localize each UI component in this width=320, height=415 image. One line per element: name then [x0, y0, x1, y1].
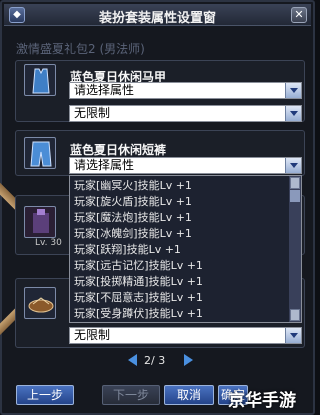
- list-item[interactable]: 玩家[投掷精通]技能Lv +1: [74, 273, 203, 289]
- chevron-down-icon[interactable]: [285, 158, 301, 173]
- list-item[interactable]: 玩家[跃翔]技能Lv +1: [74, 241, 181, 257]
- chevron-down-icon[interactable]: [285, 106, 301, 121]
- shorts-icon[interactable]: [24, 137, 56, 169]
- window-title: 装扮套装属性设置窗: [98, 11, 216, 26]
- scroll-thumb[interactable]: [290, 190, 300, 202]
- dialog-window: ◆ 装扮套装属性设置窗 ✕ 激情盛夏礼包2 (男法师) 蓝色夏日休闲马甲 请选择…: [0, 0, 315, 415]
- weapon-icon: [0, 302, 16, 342]
- item4-limit-value: 无限制: [74, 328, 111, 342]
- pager: 2/ 3: [2, 351, 317, 371]
- prev-step-button[interactable]: 上一步: [16, 385, 74, 405]
- prev-page-icon[interactable]: [128, 354, 137, 366]
- weapon-icon[interactable]: [24, 206, 56, 238]
- cancel-button[interactable]: 取消: [164, 385, 214, 405]
- item3-level: Lv. 30: [35, 238, 62, 248]
- list-item[interactable]: 玩家[受身蹲伏]技能Lv +1: [74, 305, 203, 321]
- list-item[interactable]: 玩家[不屈意志]技能Lv +1: [74, 289, 203, 305]
- list-item[interactable]: 玩家[旋火盾]技能Lv +1: [74, 193, 192, 209]
- title-bar[interactable]: ◆ 装扮套装属性设置窗 ✕: [4, 4, 311, 26]
- scroll-up-button[interactable]: [290, 177, 300, 189]
- item1-limit-select[interactable]: 无限制: [69, 105, 302, 122]
- item4-limit-select[interactable]: 无限制: [69, 327, 302, 344]
- item2-attr-select[interactable]: 请选择属性: [69, 157, 302, 174]
- page-indicator: 2/ 3: [144, 354, 166, 367]
- attr-dropdown-list[interactable]: 玩家[幽冥火]技能Lv +1 玩家[旋火盾]技能Lv +1 玩家[魔法炮]技能L…: [69, 175, 302, 323]
- list-scrollbar[interactable]: [289, 176, 301, 322]
- sandal-icon[interactable]: [24, 287, 56, 319]
- item2-attr-value: 请选择属性: [74, 158, 135, 172]
- set-name: 激情盛夏礼包2 (男法师): [16, 42, 145, 56]
- chevron-down-icon[interactable]: [285, 83, 301, 98]
- item1-limit-value: 无限制: [74, 106, 111, 120]
- next-page-icon[interactable]: [184, 354, 193, 366]
- list-item[interactable]: 玩家[冰魄剑]技能Lv +1: [74, 225, 192, 241]
- item2-name: 蓝色夏日休闲短裤: [70, 143, 167, 157]
- close-button[interactable]: ✕: [291, 7, 307, 23]
- item1-attr-select[interactable]: 请选择属性: [69, 82, 302, 99]
- list-item[interactable]: 玩家[远古记忆]技能Lv +1: [74, 257, 203, 273]
- watermark: 京华手游: [228, 391, 296, 411]
- list-item[interactable]: 玩家[魔法炮]技能Lv +1: [74, 209, 192, 225]
- chevron-down-icon[interactable]: [285, 328, 301, 343]
- item1-attr-value: 请选择属性: [74, 83, 135, 97]
- scroll-down-button[interactable]: [290, 309, 300, 321]
- vest-icon[interactable]: [24, 64, 56, 96]
- next-step-button[interactable]: 下一步: [102, 385, 160, 405]
- list-item[interactable]: 玩家[幽冥火]技能Lv +1: [74, 177, 192, 193]
